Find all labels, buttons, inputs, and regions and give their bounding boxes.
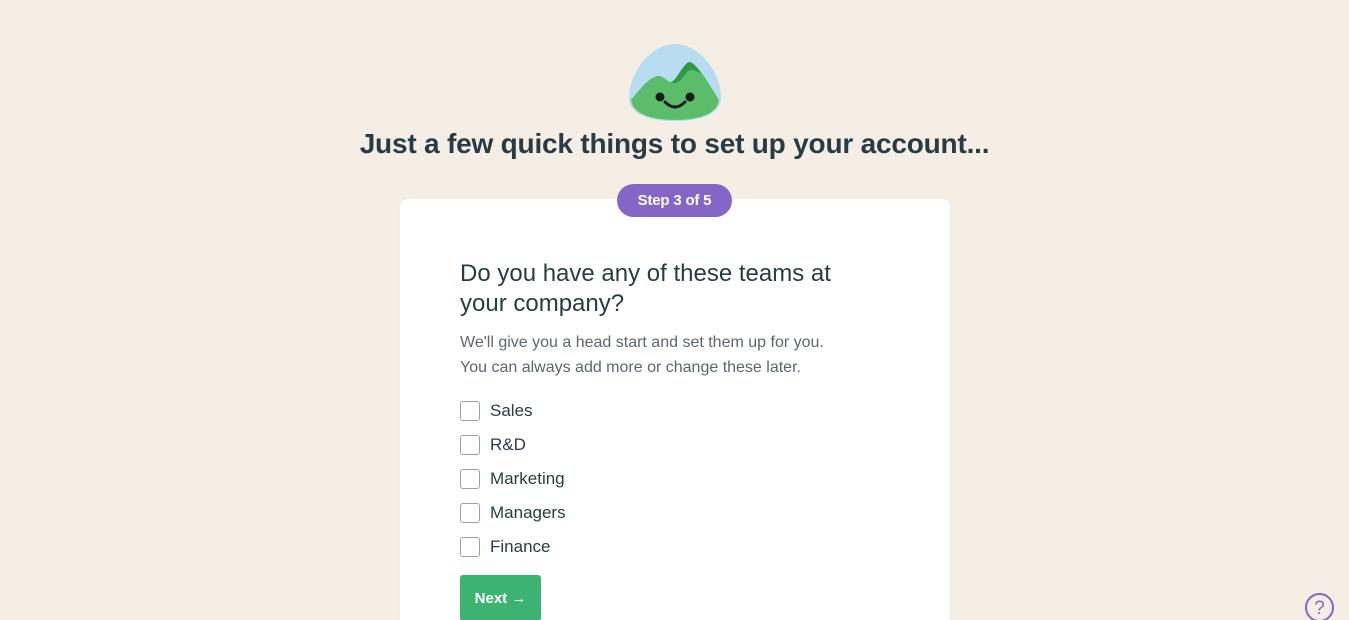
question-description: We'll give you a head start and set them… xyxy=(460,330,880,380)
finance-checkbox[interactable] xyxy=(460,537,480,557)
team-option-marketing[interactable]: Marketing xyxy=(460,462,760,496)
help-button[interactable]: ? xyxy=(1305,593,1334,620)
question-heading: Do you have any of these teams at your c… xyxy=(460,260,831,317)
page-title: Just a few quick things to set up your a… xyxy=(359,128,990,159)
option-label: Finance xyxy=(490,537,551,556)
description-line-1: We'll give you a head start and set them… xyxy=(460,334,824,351)
team-option-finance[interactable]: Finance xyxy=(460,530,760,564)
setup-page: Just a few quick things to set up your a… xyxy=(0,0,1349,620)
arrow-right-icon: → xyxy=(511,589,527,607)
team-options-list: Sales R&D Marketing Managers Finance xyxy=(460,394,760,564)
basecamp-logo-icon xyxy=(629,44,721,121)
setup-card: Do you have any of these teams at your c… xyxy=(400,199,950,620)
team-option-sales[interactable]: Sales xyxy=(460,394,760,428)
step-progress-badge: Step 3 of 5 xyxy=(617,184,732,217)
question-mark-icon: ? xyxy=(1314,598,1325,619)
option-label: Sales xyxy=(490,401,533,420)
managers-checkbox[interactable] xyxy=(460,503,480,523)
option-label: Managers xyxy=(490,503,566,522)
description-line-2: You can always add more or change these … xyxy=(460,359,801,376)
sales-checkbox[interactable] xyxy=(460,401,480,421)
option-label: R&D xyxy=(490,435,526,454)
rnd-checkbox[interactable] xyxy=(460,435,480,455)
option-label: Marketing xyxy=(490,469,565,488)
team-option-rnd[interactable]: R&D xyxy=(460,428,760,462)
next-button[interactable]: Next → xyxy=(460,575,541,620)
marketing-checkbox[interactable] xyxy=(460,469,480,489)
team-option-managers[interactable]: Managers xyxy=(460,496,760,530)
next-button-label: Next xyxy=(474,589,508,607)
